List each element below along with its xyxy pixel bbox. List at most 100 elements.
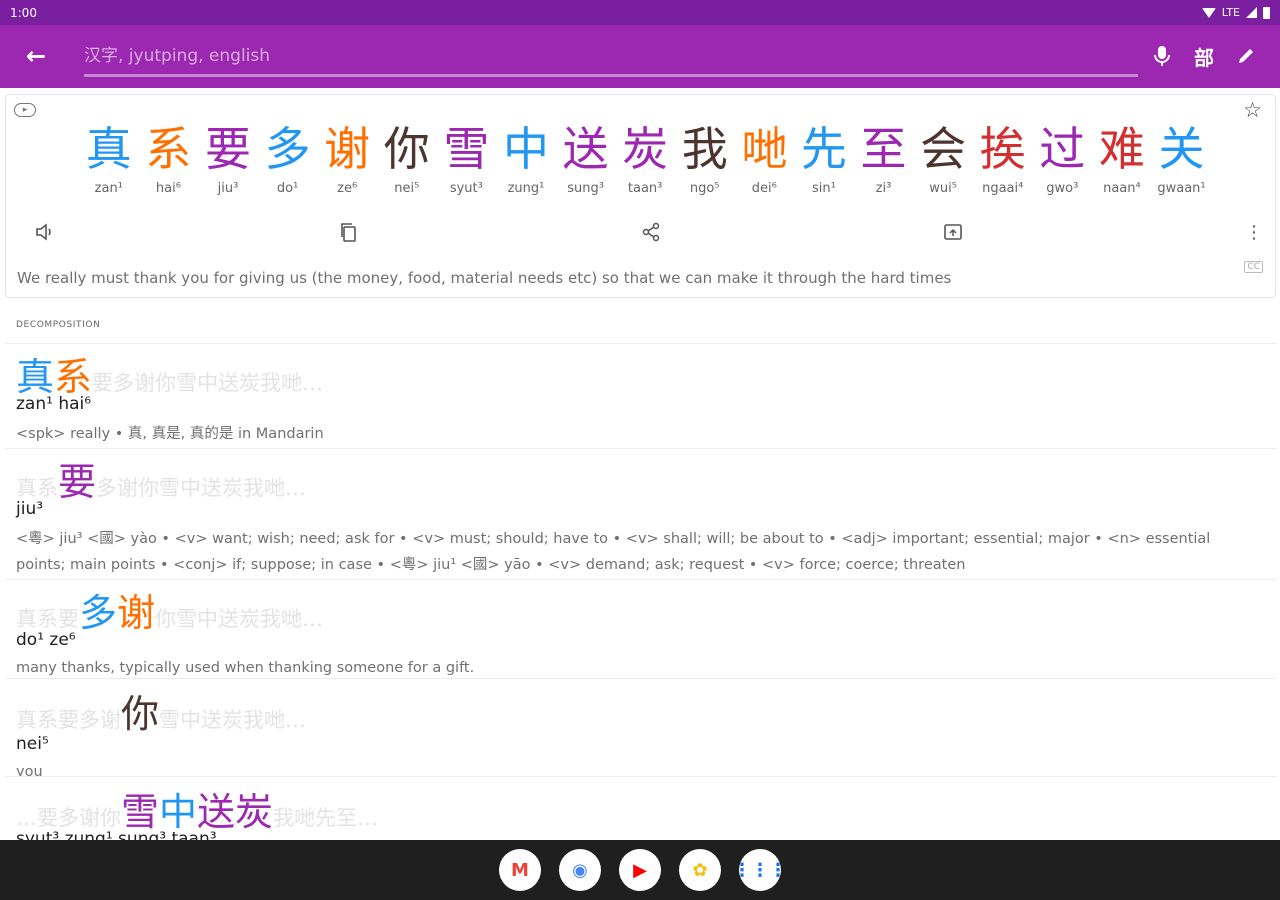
phrase-char-cell[interactable]: 过 gwo³: [1033, 119, 1093, 196]
phrase-char-jyutping: ngaai⁴: [982, 181, 1024, 196]
phrase-char-cell[interactable]: 我 ngo⁵: [675, 119, 735, 196]
context-chars-after: 要多谢你雪中送炭我哋…: [92, 371, 324, 395]
phrase-char-jyutping: hai⁶: [155, 181, 181, 196]
youtube-icon[interactable]: ▶: [619, 849, 661, 891]
decomposition-item[interactable]: …要多谢你雪中送炭我哋先至… syut³ zung¹ sung³ taan³: [5, 776, 1276, 849]
highlighted-char: 中: [159, 790, 198, 834]
microphone-icon[interactable]: [1150, 42, 1174, 70]
context-chars-before: 真系: [16, 476, 58, 500]
phrase-char: 先: [800, 122, 847, 176]
battery-icon: [1263, 6, 1270, 19]
chrome-icon[interactable]: ◉: [559, 849, 601, 891]
highlighted-char: 你: [121, 692, 160, 736]
phrase-char: 要: [204, 122, 251, 176]
phrase-char-cell[interactable]: 至 zi³: [854, 119, 914, 196]
phrase-char-jyutping: jiu³: [217, 181, 239, 196]
photos-icon[interactable]: ✿: [679, 849, 721, 891]
phrase-char: 炭: [622, 122, 669, 176]
phrase-char: 过: [1039, 122, 1086, 176]
phrase-char: 多: [264, 122, 311, 176]
decomposition-jyutping: nei⁵: [16, 734, 49, 754]
handwriting-pencil-icon[interactable]: [1234, 42, 1258, 70]
phrase-char-cell[interactable]: 谢 ze⁶: [317, 119, 377, 196]
app-dock: M ◉ ▶ ✿ ⋮⋮⋮: [0, 840, 1280, 900]
status-indicators: LTE: [1201, 6, 1270, 19]
decomposition-item[interactable]: 真系要多谢你雪中送炭我哋… jiu³ <粵> jiu³ <國> yào • <v> …: [5, 448, 1276, 579]
phrase-char-cell[interactable]: 多 do¹: [258, 119, 318, 196]
decomposition-chars: 真系要多谢你雪中送炭我哋…: [16, 346, 323, 401]
network-label: LTE: [1221, 6, 1240, 19]
decomposition-chars: …要多谢你雪中送炭我哋先至…: [16, 781, 378, 836]
decomposition-item[interactable]: 真系要多谢你雪中送炭我哋… do¹ ze⁶ many thanks, typical…: [5, 579, 1276, 678]
status-bar: 1:00 LTE: [0, 0, 1280, 25]
context-chars-before: 真系要: [16, 607, 79, 631]
back-arrow-icon[interactable]: ←: [22, 42, 50, 70]
signal-icon: [1246, 7, 1257, 18]
highlighted-char: 系: [54, 355, 93, 399]
phrase-char-cell[interactable]: 中 zung¹: [496, 119, 556, 196]
gmail-icon[interactable]: M: [499, 849, 541, 891]
phrase-char-cell[interactable]: 送 sung³: [556, 119, 616, 196]
app-bar-actions: 部: [1150, 42, 1258, 70]
context-chars-after: 我哋先至…: [273, 806, 379, 830]
phrase-char-jyutping: sung³: [567, 181, 604, 196]
phrase-char-cell[interactable]: 先 sin¹: [794, 119, 854, 196]
highlighted-char: 送: [197, 790, 236, 834]
highlighted-char: 雪: [121, 790, 160, 834]
open-in-window-icon[interactable]: [940, 219, 966, 245]
phrase-char-cell[interactable]: 关 gwaan¹: [1152, 119, 1212, 196]
context-chars-after: 你雪中送炭我哋…: [155, 607, 324, 631]
phrase-char-jyutping: nei⁵: [394, 181, 420, 196]
phrase-char-jyutping: gwaan¹: [1157, 181, 1206, 196]
phrase-actions: ⋮: [6, 219, 1275, 247]
decomposition-item[interactable]: 真系要多谢你雪中送炭我哋… nei⁵ you: [5, 678, 1276, 780]
context-chars-before: 真系要多谢: [16, 708, 121, 732]
phrase-char-cell[interactable]: 炭 taan³: [615, 119, 675, 196]
decomposition-chars: 真系要多谢你雪中送炭我哋…: [16, 451, 306, 506]
app-bar: ← 部: [0, 25, 1280, 88]
phrase-char-jyutping: taan³: [627, 181, 663, 196]
phrase-char-cell[interactable]: 系 hai⁶: [139, 119, 199, 196]
phrase-char-cell[interactable]: 难 naan⁴: [1092, 119, 1152, 196]
decomposition-chars: 真系要多谢你雪中送炭我哋…: [16, 582, 323, 637]
phrase-char-cell[interactable]: 会 wui⁵: [913, 119, 973, 196]
copy-icon[interactable]: [335, 219, 361, 245]
phrase-char-jyutping: wui⁵: [929, 181, 957, 196]
wifi-icon: [1201, 7, 1216, 18]
phrase-char-jyutping: syut³: [449, 181, 483, 196]
phrase-char: 会: [920, 122, 967, 176]
radical-lookup-button[interactable]: 部: [1192, 42, 1216, 70]
decomposition-definition: <spk> really • 真, 真是, 真的是 in Mandarin: [16, 426, 324, 442]
context-chars-after: 多谢你雪中送炭我哋…: [96, 476, 307, 500]
phrase-char-cell[interactable]: 挨 ngaai⁴: [973, 119, 1033, 196]
decomposition-item[interactable]: 真系要多谢你雪中送炭我哋… zan¹ hai⁶ <spk> really • 真, …: [5, 343, 1276, 448]
phrase-char: 系: [145, 122, 192, 176]
phrase-translation: We really must thank you for giving us (…: [17, 269, 952, 287]
highlighted-char: 多: [79, 591, 118, 635]
phrase-char-cell[interactable]: 雪 syut³: [437, 119, 497, 196]
phrase-char: 关: [1158, 122, 1205, 176]
license-badge: CC: [1244, 261, 1263, 273]
phrase-char-cell[interactable]: 要 jiu³: [198, 119, 258, 196]
search-input[interactable]: [84, 37, 1138, 77]
phrase-char-jyutping: ze⁶: [337, 181, 358, 196]
phrase-char-cell[interactable]: 哋 dei⁶: [735, 119, 795, 196]
highlighted-char: 要: [58, 460, 97, 504]
apps-icon[interactable]: ⋮⋮⋮: [733, 849, 787, 891]
phrase-char: 哋: [741, 122, 788, 176]
pronunciation-mode-icon[interactable]: ▸: [14, 103, 36, 117]
phrase-char: 谢: [324, 122, 371, 176]
more-options-icon[interactable]: ⋮: [1241, 219, 1267, 245]
phrase-char-jyutping: zan¹: [94, 181, 123, 196]
phrase-char-jyutping: sin¹: [812, 181, 836, 196]
share-icon[interactable]: [638, 219, 664, 245]
status-time: 1:00: [10, 5, 37, 20]
phrase-char-cell[interactable]: 真 zan¹: [79, 119, 139, 196]
highlighted-char: 谢: [117, 591, 156, 635]
phrase-char: 挨: [979, 122, 1026, 176]
decomposition-jyutping: jiu³: [16, 499, 44, 519]
decomposition-chars: 真系要多谢你雪中送炭我哋…: [16, 683, 306, 738]
phrase-char-cell[interactable]: 你 nei⁵: [377, 119, 437, 196]
star-icon[interactable]: ☆: [1243, 98, 1262, 122]
speaker-icon[interactable]: [32, 219, 58, 245]
